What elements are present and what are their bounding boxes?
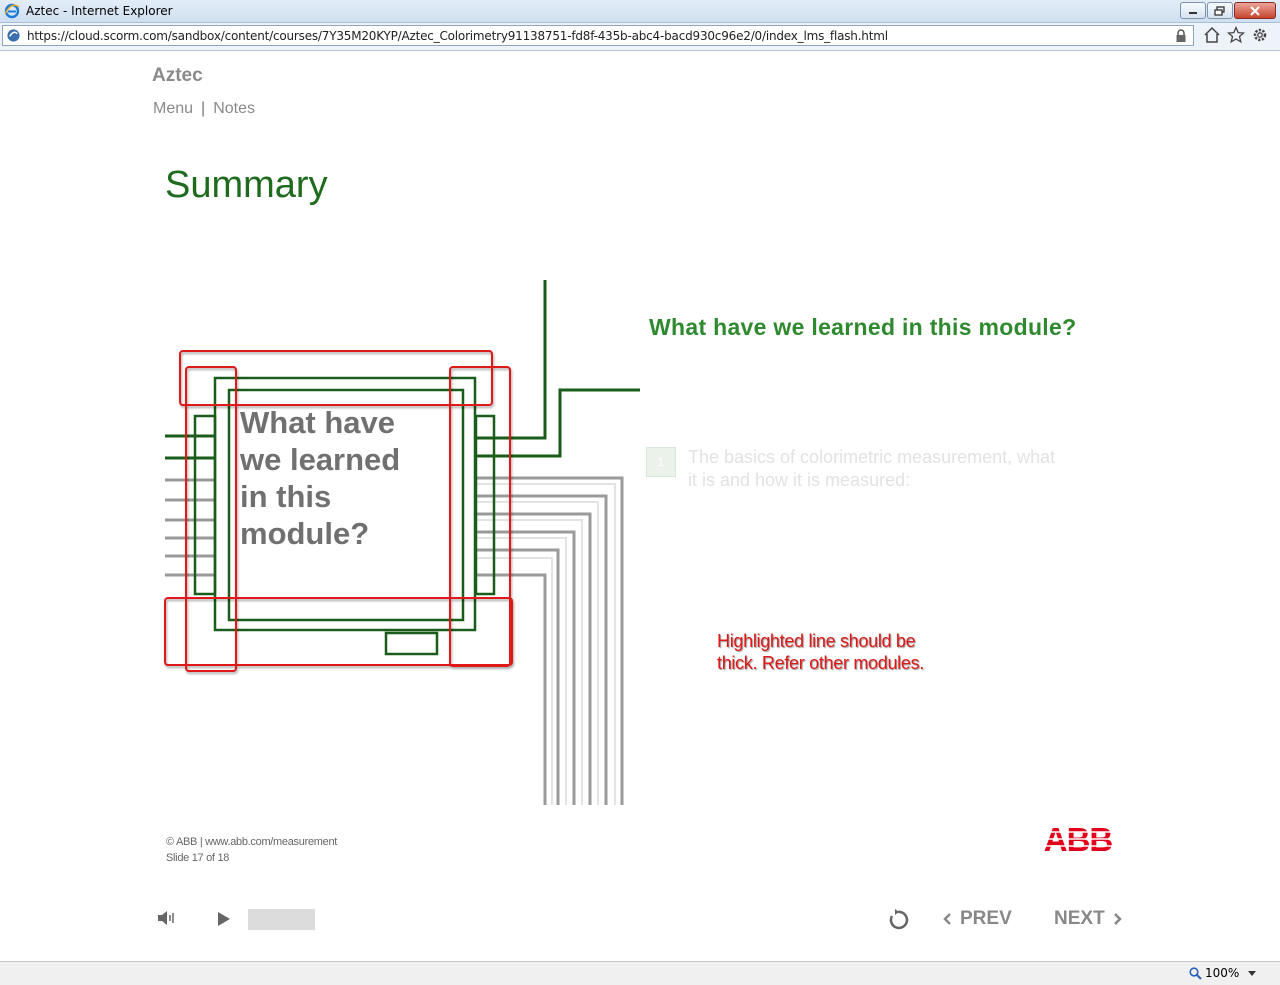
restore-icon (1214, 5, 1225, 16)
close-button[interactable] (1234, 2, 1276, 19)
menu-link[interactable]: Menu (153, 100, 193, 118)
close-icon (1250, 5, 1260, 16)
favorites-star-icon (1226, 25, 1246, 44)
replay-icon[interactable] (886, 908, 910, 932)
window-title: Aztec - Internet Explorer (26, 4, 173, 18)
chevron-left-icon (943, 913, 951, 925)
window-title-bar: Aztec - Internet Explorer (0, 0, 1280, 23)
notes-link[interactable]: Notes (213, 100, 255, 118)
home-button[interactable] (1203, 26, 1221, 44)
url-field[interactable]: https://cloud.scorm.com/sandbox/content/… (2, 25, 1194, 46)
window-controls (1180, 2, 1276, 19)
status-bar: 100% (0, 961, 1280, 985)
zoom-magnifier-icon (1189, 966, 1202, 980)
player-controls: PREV NEXT (0, 898, 1280, 942)
minimize-icon (1189, 11, 1197, 14)
browser-toolbar (1203, 25, 1269, 44)
settings-button[interactable] (1251, 26, 1269, 44)
bullet-number-box: 1 (646, 447, 676, 477)
prev-label: PREV (960, 908, 1012, 929)
zoom-level: 100% (1205, 966, 1240, 980)
review-comment: Highlighted line should be thick. Refer … (717, 631, 924, 673)
favorites-button[interactable] (1226, 25, 1246, 44)
speaker-icon[interactable] (156, 908, 176, 928)
lock-icon[interactable] (1175, 29, 1187, 43)
footer-copyright: © ABB | www.abb.com/measurement Slide 17… (166, 834, 337, 866)
next-button[interactable]: NEXT (1054, 908, 1123, 930)
zoom-dropdown-arrow-icon[interactable] (1248, 971, 1256, 976)
home-icon (1204, 26, 1220, 43)
url-text: https://cloud.scorm.com/sandbox/content/… (27, 29, 888, 43)
slide-counter: Slide 17 of 18 (166, 852, 230, 864)
course-title: Aztec (152, 65, 203, 86)
summary-question: What have we learned in this module? (649, 314, 1077, 340)
settings-gear-icon (1253, 28, 1267, 42)
copyright-text: © ABB | www.abb.com/measurement (166, 836, 338, 848)
abb-logo: ABB (1043, 824, 1113, 854)
next-label: NEXT (1054, 908, 1105, 929)
course-nav: Menu | Notes (153, 100, 255, 118)
ie-logo-icon (4, 3, 20, 19)
left-pins (165, 434, 214, 577)
chevron-right-icon (1113, 913, 1122, 925)
prev-button[interactable]: PREV (942, 908, 1012, 930)
play-icon[interactable] (215, 910, 233, 928)
nav-separator: | (201, 100, 206, 117)
zoom-control[interactable]: 100% (1189, 966, 1239, 980)
restore-button[interactable] (1207, 2, 1233, 19)
circuit-traces (476, 476, 624, 805)
slide-title: Summary (165, 164, 328, 206)
bullet-text: The basics of colorimetric measurement, … (688, 447, 1056, 490)
diagram-question-text: What have we learned in this module? (240, 405, 401, 551)
progress-bar[interactable] (248, 909, 315, 930)
address-bar: https://cloud.scorm.com/sandbox/content/… (0, 23, 1280, 51)
site-icon (7, 29, 20, 42)
minimize-button[interactable] (1180, 2, 1206, 19)
